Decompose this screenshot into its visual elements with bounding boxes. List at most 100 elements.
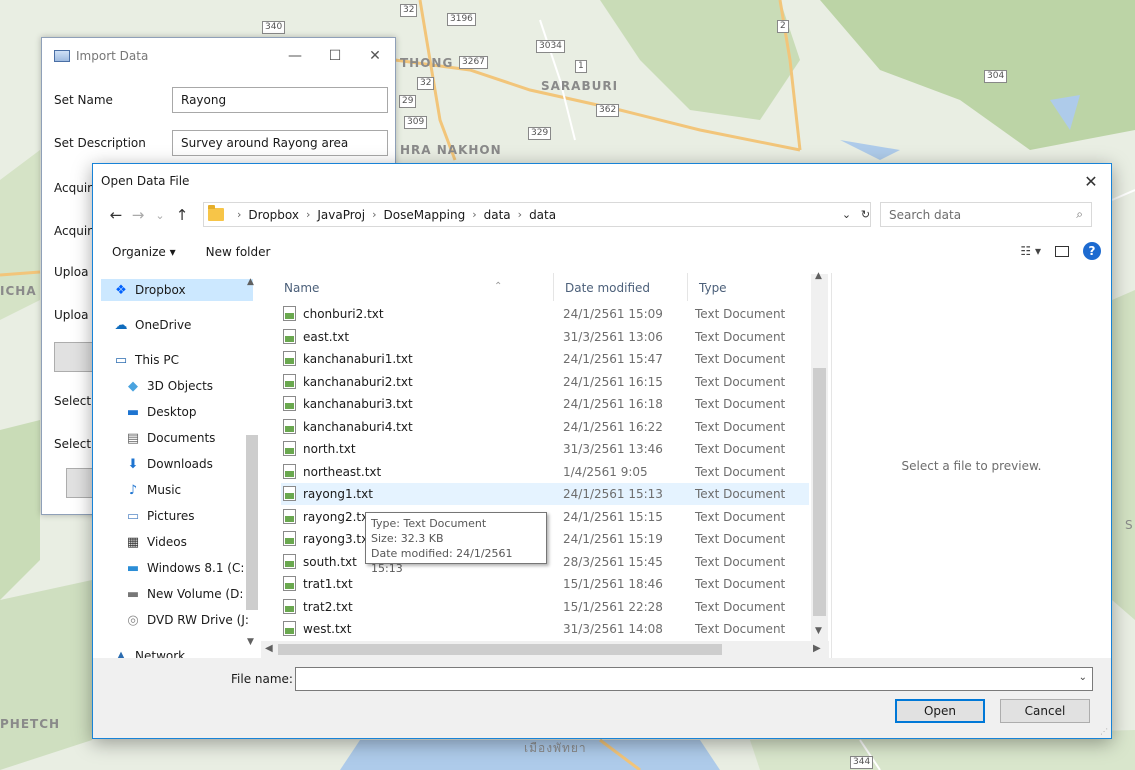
file-name-input[interactable]: ⌄ (295, 667, 1093, 691)
scroll-up-arrow-icon[interactable]: ▲ (247, 277, 254, 287)
nav-item-drive-c[interactable]: ▬ Windows 8.1 (C: (125, 557, 245, 579)
nav-scroll-thumb[interactable] (246, 435, 258, 610)
close-button[interactable]: ✕ (355, 41, 395, 71)
file-date-modified: 31/3/2561 13:46 (563, 442, 663, 456)
nav-item-music[interactable]: ♪ Music (125, 479, 181, 501)
back-arrow-icon[interactable]: ← (105, 206, 127, 224)
acquired-label-1: Acquir (54, 181, 93, 195)
organize-menu[interactable]: Organize ▾ (112, 245, 176, 259)
resize-grip-icon[interactable]: ⋰ (1100, 727, 1108, 736)
file-date-modified: 31/3/2561 14:08 (563, 622, 663, 636)
file-row[interactable]: trat1.txt 15/1/2561 18:46 Text Document (281, 573, 809, 595)
preview-pane-icon[interactable] (1055, 245, 1069, 257)
nav-item-documents[interactable]: ▤ Documents (125, 427, 216, 449)
file-row[interactable]: kanchanaburi1.txt 24/1/2561 15:47 Text Doc… (281, 348, 809, 370)
scroll-down-arrow-icon[interactable]: ▼ (247, 637, 254, 647)
nav-item-this-pc[interactable]: ▭ This PC (113, 349, 179, 371)
file-row[interactable]: north.txt 31/3/2561 13:46 Text Document (281, 438, 809, 460)
search-input[interactable]: Search data ⌕ (880, 202, 1092, 227)
horizontal-scroll-thumb[interactable] (278, 644, 722, 655)
file-row[interactable]: rayong1.txt 24/1/2561 15:13 Text Document (281, 483, 809, 505)
open-dialog-title: Open Data File (101, 174, 190, 188)
scroll-right-arrow-icon[interactable]: ▶ (813, 643, 821, 654)
search-icon[interactable]: ⌕ (1076, 207, 1083, 222)
nav-item-network[interactable]: ▲ Network (113, 645, 185, 659)
nav-item-desktop[interactable]: ▬ Desktop (125, 401, 197, 423)
scroll-down-arrow-icon[interactable]: ▼ (815, 626, 822, 636)
nav-item-label: This PC (135, 353, 179, 367)
chevron-down-icon[interactable]: ⌄ (1079, 672, 1087, 683)
view-options-icon[interactable]: ☷ ▾ (1020, 244, 1041, 258)
set-description-input[interactable]: Survey around Rayong area (172, 130, 388, 156)
nav-item-dropbox[interactable]: ❖ Dropbox (101, 279, 253, 301)
nav-item-dvd-drive[interactable]: ◎ DVD RW Drive (J: (125, 609, 249, 631)
up-arrow-icon[interactable]: ↑ (171, 206, 193, 224)
text-file-icon (283, 373, 296, 389)
road-shield: 32 (400, 4, 418, 17)
import-title-bar[interactable]: Import Data — ☐ ✕ (42, 38, 395, 74)
file-row[interactable]: east.txt 31/3/2561 13:06 Text Document (281, 326, 809, 348)
breadcrumb-data[interactable]: data (484, 208, 511, 222)
breadcrumb-dosemapping[interactable]: DoseMapping (384, 208, 466, 222)
file-scroll-thumb[interactable] (813, 368, 826, 616)
nav-item-onedrive[interactable]: ☁ OneDrive (113, 314, 192, 336)
horizontal-scrollbar[interactable]: ◀ ▶ (261, 641, 829, 658)
file-row[interactable]: kanchanaburi4.txt 24/1/2561 16:22 Text Doc… (281, 416, 809, 438)
open-button[interactable]: Open (895, 699, 985, 723)
nav-item-downloads[interactable]: ⬇ Downloads (125, 453, 213, 475)
file-row[interactable]: northeast.txt 1/4/2561 9:05 Text Document (281, 461, 809, 483)
recent-locations-icon[interactable]: ⌄ (149, 209, 171, 222)
nav-item-pictures[interactable]: ▭ Pictures (125, 505, 195, 527)
file-row[interactable]: chonburi2.txt 24/1/2561 15:09 Text Documen… (281, 303, 809, 325)
refresh-icon[interactable]: ↻ (861, 208, 870, 221)
nav-pane-scrollbar[interactable]: ▲ ▼ (244, 277, 260, 647)
address-bar[interactable]: › Dropbox › JavaProj › DoseMapping › dat… (203, 202, 871, 227)
file-row[interactable]: west.txt 31/3/2561 14:08 Text Document (281, 618, 809, 640)
column-header-type[interactable]: Type (699, 281, 727, 295)
column-header-name[interactable]: Name (284, 281, 319, 295)
scroll-left-arrow-icon[interactable]: ◀ (265, 643, 273, 654)
road-shield: 2 (777, 20, 789, 33)
column-divider[interactable] (687, 273, 688, 301)
open-dialog-title-bar[interactable]: Open Data File ✕ (93, 164, 1111, 198)
preview-pane: Select a file to preview. (831, 273, 1111, 658)
file-row[interactable]: trat2.txt 15/1/2561 22:28 Text Document (281, 596, 809, 618)
scroll-up-arrow-icon[interactable]: ▲ (815, 271, 822, 281)
breadcrumb-data-current[interactable]: data (529, 208, 556, 222)
column-divider[interactable] (553, 273, 554, 301)
address-dropdown-icon[interactable]: ⌄ (842, 208, 851, 221)
file-date-modified: 31/3/2561 13:06 (563, 329, 663, 344)
road-shield: 304 (984, 70, 1008, 83)
nav-item-drive-d[interactable]: ▬ New Volume (D: (125, 583, 244, 605)
nav-item-label: OneDrive (135, 318, 192, 332)
desktop-icon: ▬ (126, 404, 140, 420)
help-icon[interactable]: ? (1083, 242, 1101, 260)
file-row[interactable]: kanchanaburi2.txt 24/1/2561 16:15 Text Doc… (281, 371, 809, 393)
file-type: Text Document (695, 307, 786, 321)
chevron-right-icon: › (517, 208, 523, 221)
file-name: kanchanaburi4.txt (303, 419, 413, 434)
map-label-thong: THONG (400, 56, 454, 70)
nav-item-3d-objects[interactable]: ◆ 3D Objects (125, 375, 213, 397)
app-window-icon (54, 50, 70, 62)
file-date-modified: 24/1/2561 16:22 (563, 419, 663, 434)
chevron-right-icon: › (372, 208, 377, 221)
breadcrumb-javaproj[interactable]: JavaProj (317, 208, 365, 222)
file-date-modified: 24/1/2561 16:15 (563, 374, 663, 389)
dropbox-icon: ❖ (115, 282, 127, 298)
set-name-input[interactable]: Rayong (172, 87, 388, 113)
forward-arrow-icon[interactable]: → (127, 206, 149, 224)
minimize-button[interactable]: — (275, 41, 315, 71)
dialog-close-button[interactable]: ✕ (1071, 166, 1111, 196)
file-type: Text Document (695, 487, 786, 501)
column-header-date[interactable]: Date modified (565, 281, 650, 295)
road-shield: 3267 (459, 56, 488, 69)
file-row[interactable]: kanchanaburi3.txt 24/1/2561 16:18 Text Doc… (281, 393, 809, 415)
map-label-nakhon: HRA NAKHON (400, 143, 502, 157)
nav-item-videos[interactable]: ▦ Videos (125, 531, 187, 553)
cancel-button[interactable]: Cancel (1000, 699, 1090, 723)
breadcrumb-dropbox[interactable]: Dropbox (248, 208, 299, 222)
file-list-scrollbar[interactable]: ▲ ▼ (811, 271, 828, 642)
maximize-button[interactable]: ☐ (315, 41, 355, 71)
new-folder-button[interactable]: New folder (206, 245, 271, 259)
